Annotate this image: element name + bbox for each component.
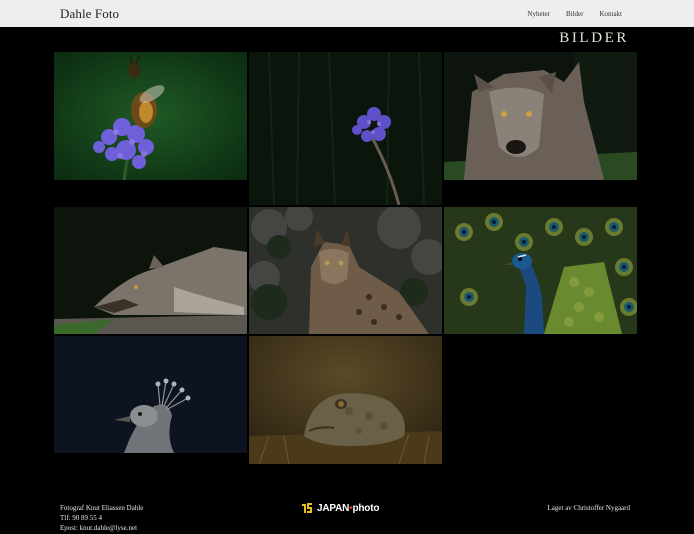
footer-photographer: Fotograf Knut Eliassen Dahle	[60, 504, 144, 512]
bee-flower-photo	[54, 52, 247, 180]
page: Dahle Foto Nyheter Bilder Kontakt BILDER	[0, 0, 694, 534]
nav-link-kontakt[interactable]: Kontakt	[599, 10, 622, 18]
gallery-image-white-peacock[interactable]	[54, 336, 247, 453]
top-nav-bar: Dahle Foto Nyheter Bilder Kontakt	[0, 0, 694, 27]
toad-photo	[249, 336, 442, 464]
nav-link-bilder[interactable]: Bilder	[566, 10, 584, 18]
purple-flower-photo	[249, 52, 442, 205]
site-logo-text[interactable]: Dahle Foto	[60, 6, 119, 22]
logo-text-photo: photo	[352, 502, 380, 514]
gallery-image-toad[interactable]	[249, 336, 442, 464]
main-nav: Nyheter Bilder Kontakt	[527, 10, 622, 18]
gallery-image-bee-flower[interactable]	[54, 52, 247, 180]
gallery-image-wolf-portrait[interactable]	[444, 52, 637, 180]
nav-link-nyheter[interactable]: Nyheter	[527, 10, 550, 18]
footer-phone: Tlf: 90 89 55 4	[60, 514, 102, 522]
gallery-image-wolf-lying[interactable]	[54, 207, 247, 334]
footer-credit[interactable]: Laget av Christoffer Nygaard	[548, 504, 630, 512]
footer-email[interactable]: Epost: knut.dahle@lyse.net	[60, 523, 143, 533]
japan-photo-logo[interactable]: JAPAN•photo	[300, 501, 379, 515]
wolf-lying-photo	[54, 207, 247, 334]
white-peacock-photo	[54, 336, 247, 453]
page-title: BILDER	[559, 30, 629, 46]
gallery-image-purple-flower[interactable]	[249, 52, 442, 205]
japan-photo-emblem-icon	[300, 501, 314, 515]
peacock-photo	[444, 207, 637, 334]
gallery-image-lynx[interactable]	[249, 207, 442, 334]
lynx-photo	[249, 207, 442, 334]
footer-contact: Fotograf Knut Eliassen Dahle Tlf: 90 89 …	[60, 503, 143, 533]
wolf-portrait-photo	[444, 52, 637, 180]
logo-text-japan: JAPAN	[317, 502, 350, 514]
gallery-image-peacock[interactable]	[444, 207, 637, 334]
